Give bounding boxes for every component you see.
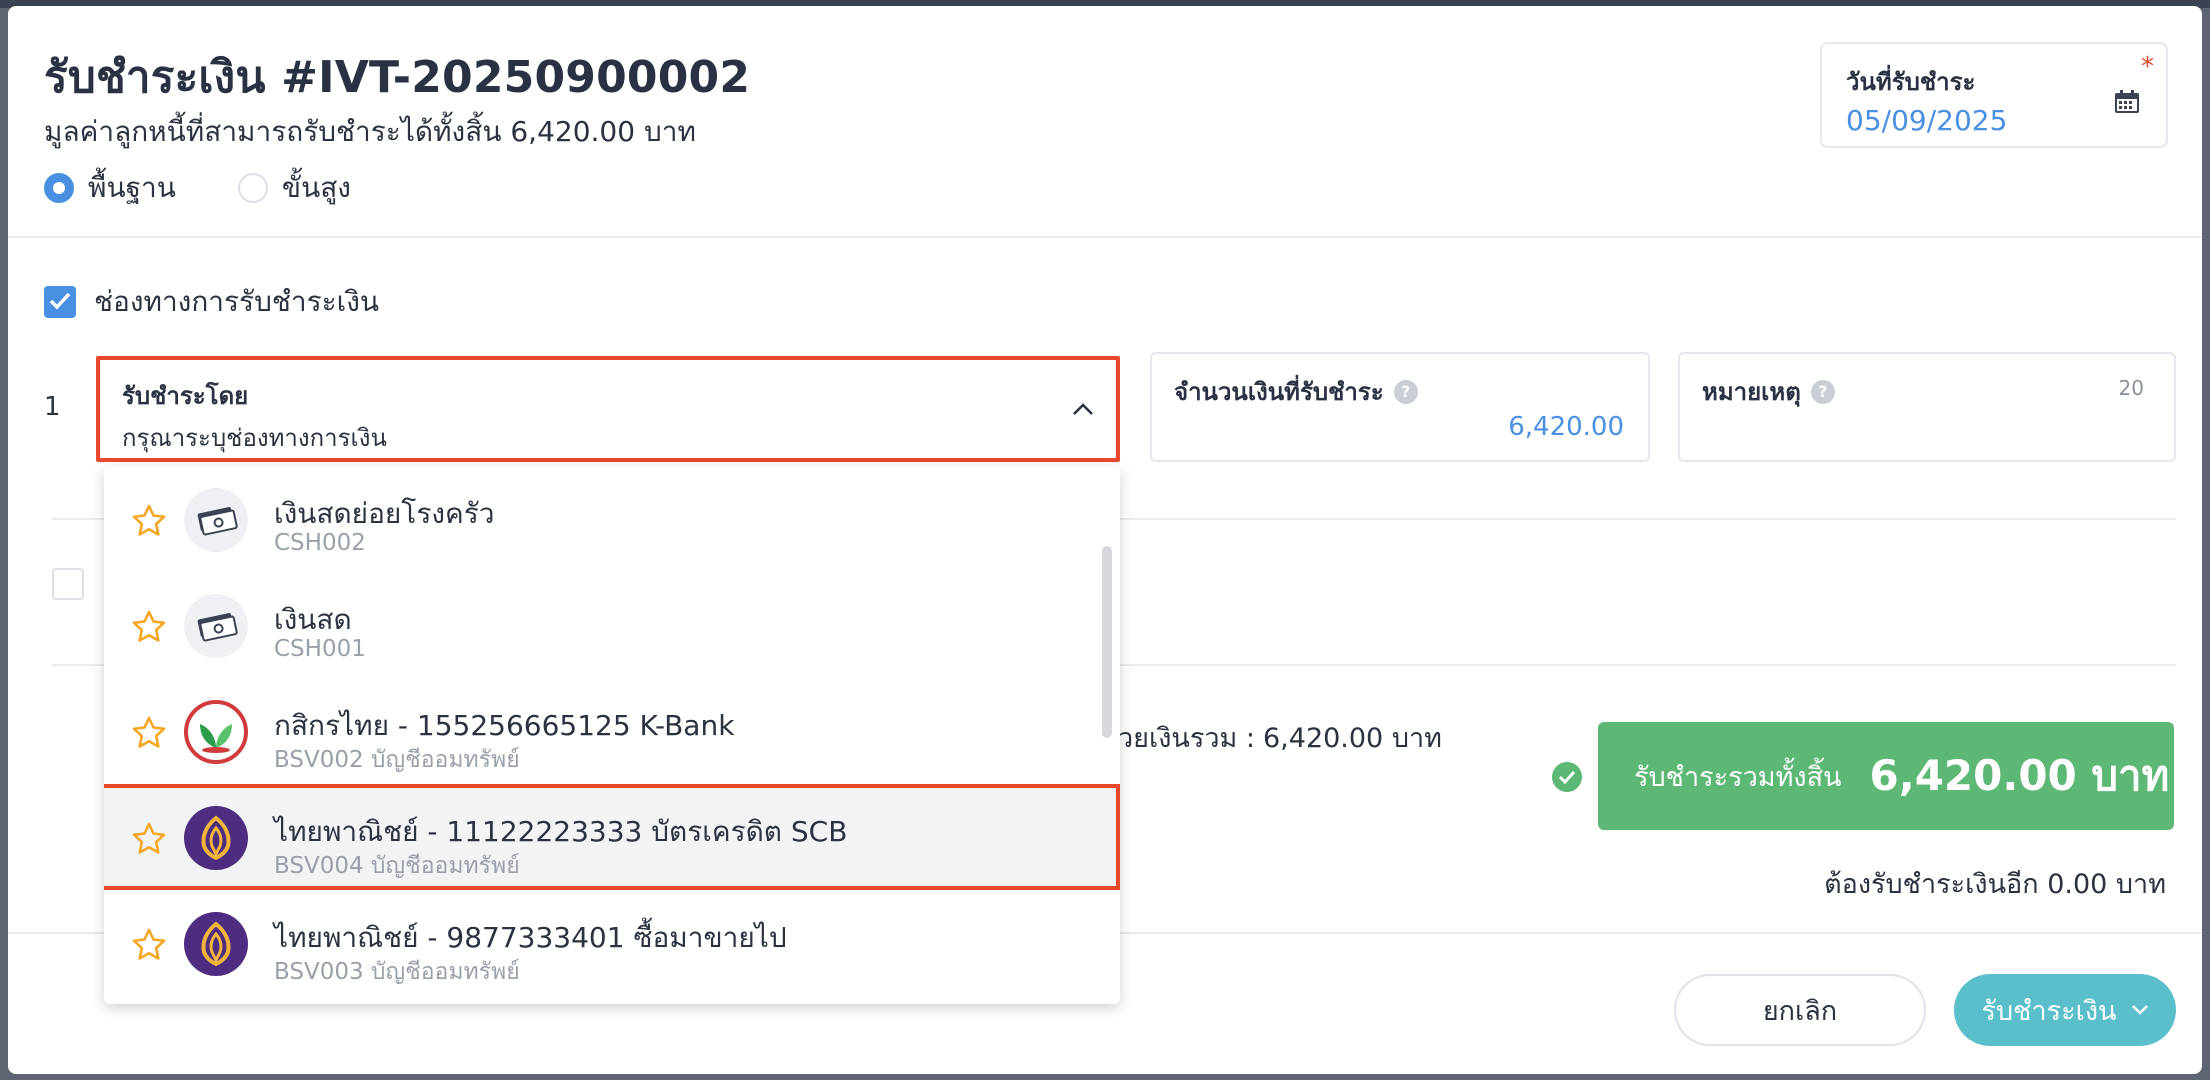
dropdown-option-bsv004[interactable]: ไทยพาณิชย์ - 11122223333 บัตรเครดิต SCB … — [104, 784, 1120, 890]
chevron-up-icon[interactable] — [1072, 402, 1094, 416]
scb-logo-icon — [184, 806, 248, 870]
radio-advanced-label: ขั้นสูง — [281, 171, 351, 204]
submit-payment-button[interactable]: รับชำระเงิน — [1954, 974, 2176, 1046]
sum-label: วยเงินรวม : — [1118, 723, 1255, 754]
radio-basic[interactable]: พื้นฐาน — [44, 166, 176, 210]
amount-field[interactable]: จำนวนเงินที่รับชำระ ? 6,420.00 — [1150, 352, 1650, 462]
amount-label: จำนวนเงินที่รับชำระ — [1174, 378, 1384, 406]
dropdown-option-bsv002[interactable]: กสิกรไทย - 155256665125 K-Bank BSV002 บั… — [104, 678, 1104, 784]
sum-value: 6,420.00 บาท — [1263, 723, 1442, 754]
dropdown-option-csh001[interactable]: เงินสด CSH001 — [104, 572, 1104, 678]
note-field[interactable]: หมายเหตุ ? 20 — [1678, 352, 2176, 462]
payment-modal: รับชำระเงิน #IVT-20250900002 มูลค่าลูกหน… — [8, 6, 2202, 1074]
total-payment-banner: รับชำระรวมทั้งสิ้น 6,420.00 บาท — [1598, 722, 2174, 830]
remaining-amount: ต้องรับชำระเงินอีก 0.00 บาท — [1824, 869, 2166, 900]
option-code: BSV004 บัญชีออมทรัพย์ — [274, 853, 520, 879]
note-char-limit: 20 — [2118, 376, 2144, 400]
star-icon[interactable] — [132, 504, 166, 536]
cash-icon — [184, 594, 248, 658]
payment-method-dropdown: เงินสดย่อยโรงครัว CSH002 เงินสด CSH001 ก… — [104, 466, 1120, 1004]
dropdown-option-bsv003[interactable]: ไทยพาณิชย์ - 9877333401 ซื้อมาขายไป BSV0… — [104, 890, 1104, 996]
required-mark: * — [2141, 52, 2154, 82]
payment-channel-checkbox[interactable] — [44, 286, 76, 318]
mode-radio-group: พื้นฐาน ขั้นสูง — [44, 166, 413, 210]
total-label: รับชำระรวมทั้งสิ้น — [1634, 761, 1842, 793]
radio-basic-label: พื้นฐาน — [88, 171, 176, 204]
amount-value[interactable]: 6,420.00 — [1508, 412, 1624, 442]
option-code: BSV003 บัญชีออมทรัพย์ — [274, 959, 520, 985]
payment-channel-toggle[interactable]: ช่องทางการรับชำระเงิน — [44, 280, 379, 324]
second-option-checkbox[interactable] — [52, 568, 84, 600]
calendar-icon[interactable] — [2114, 90, 2140, 114]
option-code: CSH002 — [274, 530, 366, 556]
note-label-wrap: หมายเหตุ ? — [1702, 372, 1835, 411]
second-option-checkbox-wrap[interactable] — [52, 568, 102, 600]
pay-by-label: รับชำระโดย — [122, 382, 249, 410]
amount-label-wrap: จำนวนเงินที่รับชำระ ? — [1174, 372, 1418, 411]
star-icon[interactable] — [132, 716, 166, 748]
page-title: รับชำระเงิน #IVT-20250900002 — [44, 52, 751, 103]
submit-payment-label: รับชำระเงิน — [1981, 995, 2117, 1027]
option-code: BSV002 บัญชีออมทรัพย์ — [274, 747, 520, 773]
star-icon[interactable] — [132, 928, 166, 960]
note-label: หมายเหตุ — [1702, 378, 1801, 406]
radio-advanced[interactable]: ขั้นสูง — [237, 166, 351, 210]
receivable-amount-text: มูลค่าลูกหนี้ที่สามารถรับชำระได้ทั้งสิ้น… — [44, 115, 696, 148]
dropdown-option-csh002[interactable]: เงินสดย่อยโรงครัว CSH002 — [104, 466, 1104, 572]
payment-channel-label: ช่องทางการรับชำระเงิน — [94, 285, 380, 318]
star-icon[interactable] — [132, 610, 166, 642]
check-circle-icon — [1552, 762, 1582, 792]
total-value: 6,420.00 บาท — [1869, 751, 2170, 800]
payment-date-field[interactable]: วันที่รับชำระ * 05/09/2025 — [1820, 42, 2168, 148]
radio-basic-dot[interactable] — [44, 173, 74, 203]
chevron-down-icon[interactable] — [2131, 1004, 2149, 1016]
payment-date-value[interactable]: 05/09/2025 — [1846, 104, 2007, 137]
help-icon[interactable]: ? — [1393, 379, 1418, 404]
dropdown-scrollbar[interactable] — [1102, 546, 1112, 738]
scb-logo-icon — [184, 912, 248, 976]
payment-date-label: วันที่รับชำระ — [1846, 68, 1976, 96]
star-icon[interactable] — [132, 822, 166, 854]
pay-by-select[interactable]: รับชำระโดย กรุณาระบุช่องทางการเงิน — [96, 356, 1120, 462]
row-number: 1 — [44, 392, 61, 422]
radio-advanced-dot[interactable] — [237, 173, 268, 203]
cash-icon — [184, 488, 248, 552]
header-divider — [8, 236, 2202, 238]
kbank-logo-icon — [184, 700, 248, 764]
pay-by-placeholder: กรุณาระบุช่องทางการเงิน — [122, 424, 387, 452]
help-icon[interactable]: ? — [1810, 379, 1835, 404]
option-code: CSH001 — [274, 636, 366, 662]
cancel-button[interactable]: ยกเลิก — [1674, 974, 1926, 1046]
